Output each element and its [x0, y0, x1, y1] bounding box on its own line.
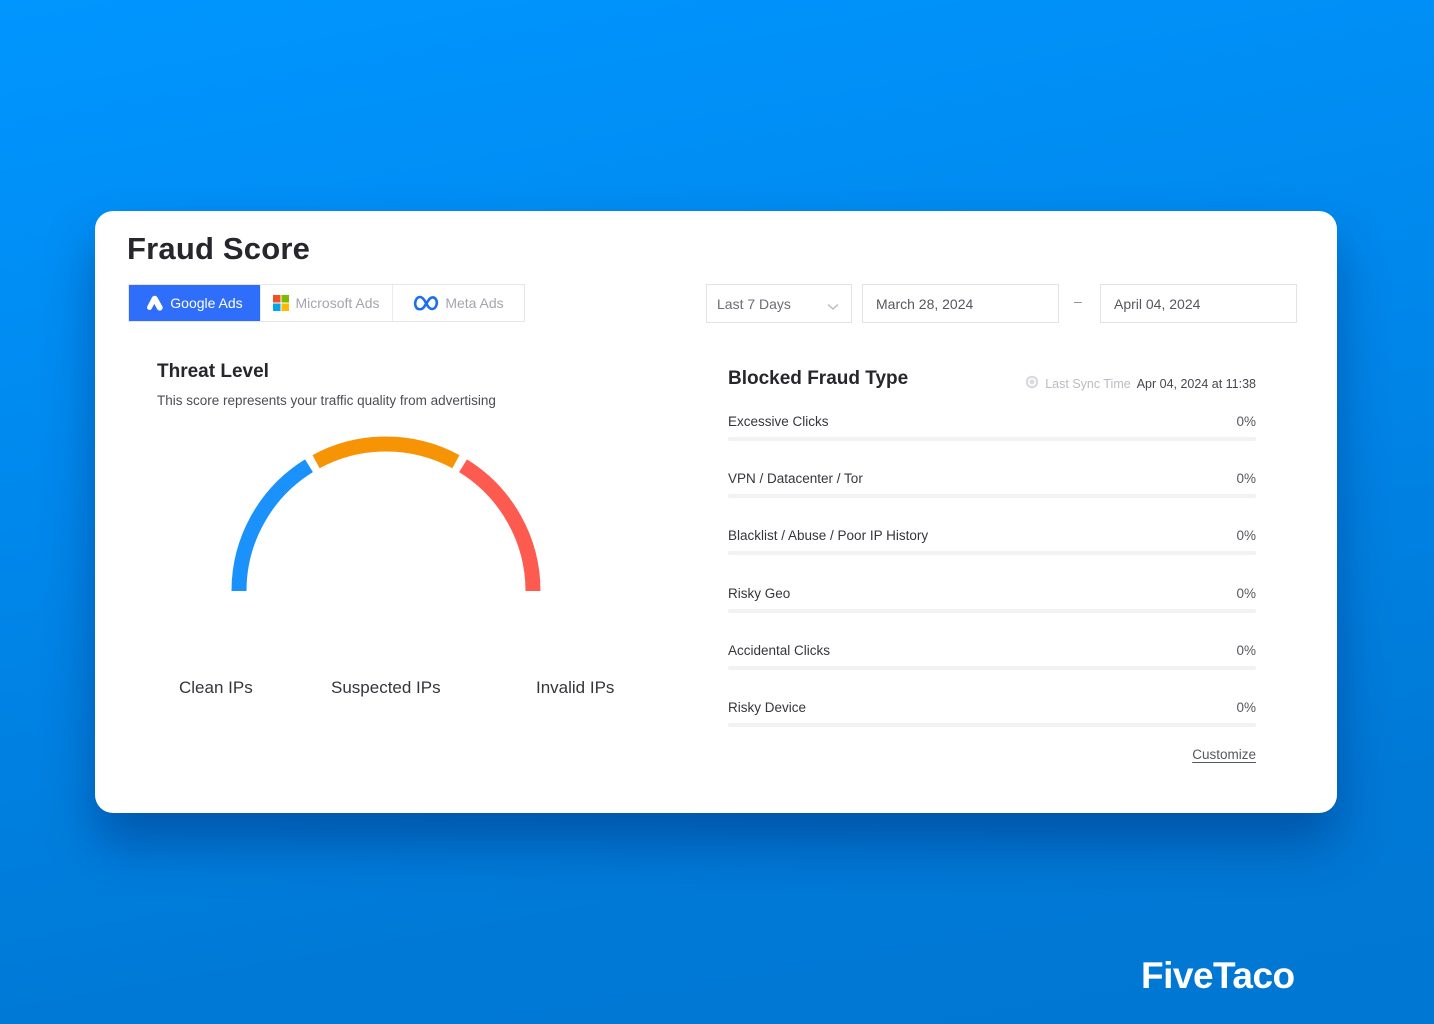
platform-tabs: Google Ads Microsoft Ads Meta Ads — [128, 284, 525, 322]
chevron-down-icon — [827, 298, 839, 314]
page-title: Fraud Score — [127, 231, 311, 266]
fraud-value: 0% — [1236, 699, 1256, 715]
gauge-label-invalid: Invalid IPs — [536, 678, 615, 697]
gauge-arc-suspected — [312, 436, 460, 469]
sync-value: Apr 04, 2024 at 11:38 — [1136, 376, 1256, 391]
tab-microsoft-ads[interactable]: Microsoft Ads — [261, 285, 393, 321]
fraud-value: 0% — [1236, 528, 1256, 544]
date-separator: – — [1074, 293, 1082, 309]
gauge-label-suspected: Suspected IPs — [331, 678, 441, 697]
date-range-value: Last 7 Days — [717, 295, 791, 312]
date-range-select[interactable]: Last 7 Days — [706, 284, 852, 323]
gauge-arc-clean — [231, 459, 313, 592]
last-sync: Last Sync Time Apr 04, 2024 at 11:38 — [1025, 375, 1256, 392]
meta-icon — [413, 295, 439, 311]
fraud-progress-track — [728, 665, 1256, 670]
fraud-progress-track — [728, 608, 1256, 613]
blocked-fraud-title: Blocked Fraud Type — [728, 368, 909, 389]
fraud-label: Risky Device — [728, 699, 807, 715]
fraud-progress-track — [728, 494, 1256, 499]
fraud-label: Excessive Clicks — [728, 414, 829, 429]
start-date-value: March 28, 2024 — [876, 295, 974, 312]
fraud-label: Accidental Clicks — [728, 642, 831, 658]
gauge-label-clean: Clean IPs — [179, 678, 253, 697]
fraud-type-list: Excessive Clicks 0% VPN / Datacenter / T… — [728, 411, 1256, 754]
threat-level-title: Threat Level — [157, 361, 269, 382]
start-date-field[interactable]: March 28, 2024 — [862, 284, 1059, 323]
fraud-label: VPN / Datacenter / Tor — [728, 471, 863, 487]
tab-google-ads[interactable]: Google Ads — [129, 285, 261, 321]
fraud-row: Excessive Clicks 0% — [728, 411, 1256, 468]
end-date-value: April 04, 2024 — [1114, 295, 1201, 312]
fraud-row: VPN / Datacenter / Tor 0% — [728, 468, 1256, 525]
sync-icon — [1025, 375, 1039, 392]
brand-logo: FiveTaco — [1141, 955, 1295, 996]
customize-link[interactable]: Customize — [1192, 747, 1256, 762]
fraud-value: 0% — [1236, 585, 1256, 601]
gauge-arc-invalid — [459, 459, 541, 592]
tab-meta-ads[interactable]: Meta Ads — [393, 285, 524, 321]
fraud-row: Risky Device 0% — [728, 697, 1256, 754]
end-date-field[interactable]: April 04, 2024 — [1100, 284, 1297, 323]
fraud-row: Blacklist / Abuse / Poor IP History 0% — [728, 525, 1256, 582]
fraud-label: Blacklist / Abuse / Poor IP History — [728, 528, 929, 544]
microsoft-icon — [273, 295, 290, 311]
fraud-value: 0% — [1236, 642, 1256, 658]
fraud-progress-track — [728, 551, 1256, 556]
tab-label: Meta Ads — [445, 295, 504, 311]
threat-gauge — [231, 436, 541, 592]
fraud-value: 0% — [1236, 414, 1256, 429]
fraud-label: Risky Geo — [728, 585, 791, 601]
google-ads-icon — [146, 295, 164, 311]
tab-label: Microsoft Ads — [295, 295, 380, 311]
fraud-row: Risky Geo 0% — [728, 583, 1256, 640]
fraud-row: Accidental Clicks 0% — [728, 640, 1256, 697]
fraud-value: 0% — [1236, 471, 1256, 487]
fraud-progress-track — [728, 722, 1256, 727]
sync-label: Last Sync Time — [1045, 376, 1131, 391]
fraud-score-card: Fraud Score Google Ads Microsoft Ads Met… — [95, 211, 1337, 813]
fraud-progress-track — [728, 437, 1256, 441]
threat-level-subtitle: This score represents your traffic quali… — [157, 393, 496, 408]
tab-label: Google Ads — [170, 295, 243, 311]
